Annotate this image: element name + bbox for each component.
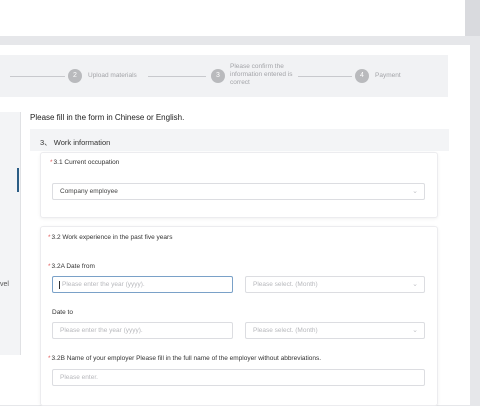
step-3-label: Please confirm the information entered i…	[230, 63, 293, 86]
step-4-label: Payment	[375, 72, 401, 79]
date-to-year-input[interactable]: Please enter the year (yyyy).	[52, 322, 233, 339]
date-from-month-placeholder: Please select. (Month)	[253, 281, 318, 288]
required-mark: *	[48, 263, 51, 270]
employer-name-placeholder: Please enter.	[60, 374, 98, 381]
top-header-bar	[0, 0, 465, 36]
step-3-circle: 3	[211, 69, 225, 83]
step-4-circle: 4	[355, 69, 369, 83]
chevron-down-icon: ⌄	[412, 281, 418, 288]
chevron-down-icon: ⌄	[412, 188, 418, 195]
date-to-month-placeholder: Please select. (Month)	[253, 327, 318, 334]
step-connector	[10, 76, 65, 77]
date-from-year-input[interactable]: Please enter the year (yyyy).	[52, 276, 233, 293]
required-mark: *	[50, 159, 53, 166]
text-cursor	[59, 281, 60, 289]
sidebar-active-indicator	[17, 168, 19, 192]
date-to-month-select[interactable]: Please select. (Month) ⌄	[245, 322, 425, 339]
step-connector	[298, 76, 352, 77]
occupation-select-value: Company employee	[60, 188, 118, 195]
date-to-label: Date to	[52, 309, 73, 316]
step-2-circle: 2	[68, 69, 82, 83]
required-mark: *	[48, 355, 51, 362]
occupation-label: *3.1 Current occupation	[50, 159, 119, 166]
employer-label-text: 3.2B Name of your employer Please fill i…	[51, 355, 322, 362]
date-from-year-placeholder: Please enter the year (yyyy).	[62, 281, 145, 288]
experience-label: *3.2 Work experience in the past five ye…	[48, 234, 172, 241]
employer-name-input[interactable]: Please enter.	[52, 369, 425, 386]
required-mark: *	[48, 234, 51, 241]
employer-label: *3.2B Name of your employer Please fill …	[48, 355, 321, 362]
header-divider	[465, 0, 480, 36]
step-2-label: Upload materials	[88, 72, 137, 79]
sidebar-nav	[0, 112, 21, 355]
experience-label-text: 3.2 Work experience in the past five yea…	[51, 234, 173, 241]
form-instruction: Please fill in the form in Chinese or En…	[30, 113, 185, 122]
date-to-year-placeholder: Please enter the year (yyyy).	[60, 327, 143, 334]
date-from-label: *3.2A Date from	[48, 263, 95, 270]
occupation-select[interactable]: Company employee ⌄	[52, 183, 425, 200]
section-title: 3、 Work information	[40, 138, 111, 147]
chevron-down-icon: ⌄	[412, 327, 418, 334]
sidebar-item-label[interactable]: vel	[0, 281, 9, 288]
occupation-label-text: 3.1 Current occupation	[53, 159, 120, 166]
step-connector	[148, 76, 206, 77]
date-from-label-text: 3.2A Date from	[51, 263, 95, 270]
date-from-month-select[interactable]: Please select. (Month) ⌄	[245, 276, 425, 293]
